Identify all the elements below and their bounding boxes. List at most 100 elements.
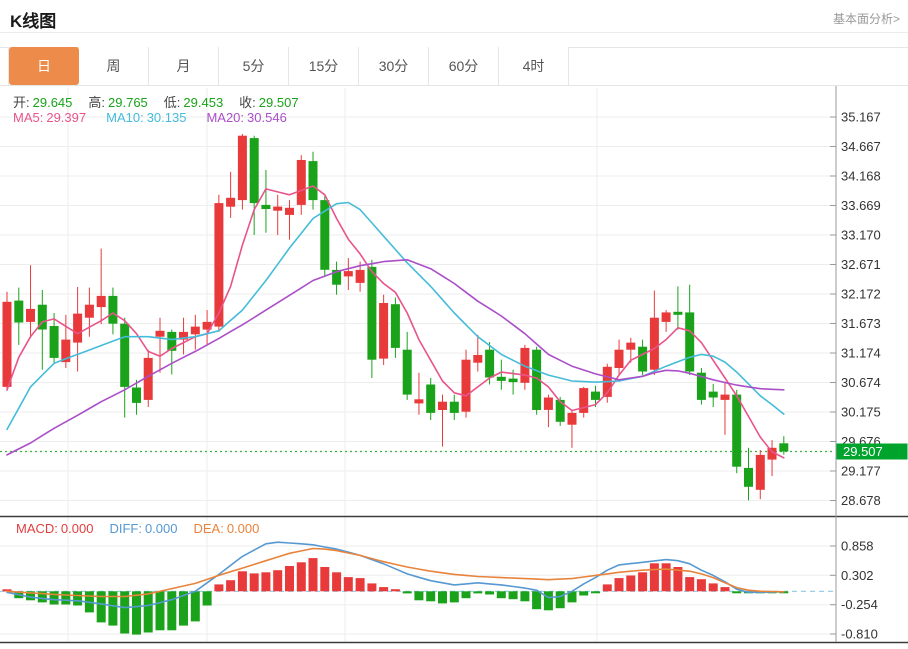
price-axis-label: 30.175 [841,405,881,420]
candle-down [120,324,129,387]
ohlc-legend: 开:29.645 高:29.765 低:29.453 收:29.507 [13,92,299,111]
macd-bar-positive [214,584,223,591]
macd-bar-positive [273,570,282,591]
candle-up [544,398,553,410]
tab-15分[interactable]: 15分 [289,47,359,85]
page-title: K线图 [10,7,56,32]
price-axis-label: 31.673 [841,316,881,331]
legend-item-收: 收:29.507 [239,92,298,111]
candle-up [214,203,223,327]
candle-down [250,138,259,203]
macd-bar-negative [556,591,565,608]
macd-bar-positive [226,580,235,591]
candle-down [367,267,376,360]
candle-up [97,296,106,307]
macd-bar-positive [650,563,659,591]
candle-up [379,303,388,359]
title-divider [0,32,908,33]
fundamental-analysis-link[interactable]: 基本面分析> [833,10,900,27]
price-axis-label: 32.671 [841,257,881,272]
tab-周[interactable]: 周 [79,47,149,85]
macd-bar-positive [379,587,388,591]
candle-down [108,296,117,324]
macd-bar-negative [532,591,541,609]
candle-down [309,161,318,200]
candle-up [626,343,635,350]
candle-down [509,379,518,383]
candle-up [756,455,765,490]
candle-down [426,385,435,413]
price-axis-label: 30.674 [841,375,881,390]
price-axis-label: 35.167 [841,110,881,125]
last-price-tag-label: 29.507 [843,444,883,459]
candle-up [473,355,482,363]
macd-bar-negative [120,591,129,633]
macd-bar-negative [438,591,447,603]
macd-bar-positive [332,572,341,591]
candle-down [709,392,718,398]
macd-bar-positive [261,572,270,591]
price-axis-label: 32.172 [841,287,881,302]
price-axis-label: 33.669 [841,198,881,213]
macd-axis-label: -0.254 [841,597,878,612]
legend-item-DEA: DEA:0.000 [193,521,259,536]
candle-down [638,347,647,372]
tab-30分[interactable]: 30分 [359,47,429,85]
timeframe-tabs: 日周月5分15分30分60分4时 [8,47,569,85]
macd-axis-label: 0.302 [841,568,874,583]
legend-item-MA10: MA10:30.135 [106,110,186,125]
macd-bar-negative [473,591,482,593]
macd-bar-positive [709,583,718,591]
tab-4时[interactable]: 4时 [499,47,569,85]
candle-down [14,301,23,323]
macd-bar-negative [462,591,471,598]
legend-item-MA5: MA5:29.397 [13,110,86,125]
price-axis-label: 34.667 [841,139,881,154]
macd-bar-positive [391,589,400,591]
candle-down [50,326,59,358]
macd-bar-positive [662,563,671,591]
candle-up [344,271,353,276]
candle-up [85,305,94,318]
candle-up [438,402,447,410]
macd-bar-positive [721,587,730,591]
candle-up [721,395,730,400]
candle-up [462,360,471,412]
candle-down [591,392,600,400]
tab-60分[interactable]: 60分 [429,47,499,85]
candle-up [650,318,659,370]
legend-item-低: 低:29.453 [164,92,223,111]
legend-item-DIFF: DIFF:0.000 [109,521,177,536]
macd-bar-positive [367,583,376,591]
tab-日[interactable]: 日 [9,47,79,85]
macd-bar-positive [638,572,647,591]
candle-down [261,205,270,209]
price-axis: 35.16734.66734.16833.66933.17032.67132.1… [830,110,881,642]
legend-item-MA20: MA20:30.546 [206,110,286,125]
legend-item-开: 开:29.645 [13,92,72,111]
macd-bar-negative [732,591,741,593]
tab-5分[interactable]: 5分 [219,47,289,85]
candle-up [3,302,12,387]
candle-up [568,413,577,425]
candle-up [226,198,235,207]
candle-up [191,327,200,335]
legend-item-高: 高:29.765 [88,92,147,111]
macd-bar-negative [426,591,435,601]
macd-bar-negative [579,591,588,595]
macd-bar-positive [344,577,353,591]
macd-bar-negative [132,591,141,634]
candle-down [779,443,788,451]
price-axis-label: 31.174 [841,346,881,361]
macd-bar-negative [191,591,200,621]
macd-bar-negative [61,591,70,604]
price-axis-label: 29.177 [841,464,881,479]
tab-月[interactable]: 月 [149,47,219,85]
candle-up [414,399,423,403]
macd-legend: MACD:0.000DIFF:0.000DEA:0.000 [16,521,259,536]
macd-bar-positive [685,577,694,591]
candle-down [403,350,412,395]
candle-up [615,350,624,368]
candle-down [732,395,741,467]
candle-up [297,160,306,205]
